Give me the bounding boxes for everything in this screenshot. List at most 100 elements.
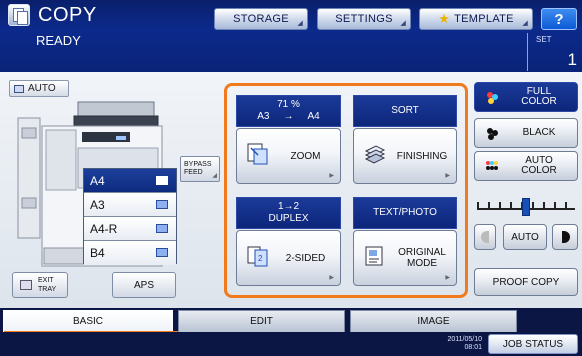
proof-copy-button[interactable]: PROOF COPY [474, 268, 578, 296]
duplex-mode: 1→2 [277, 201, 300, 212]
finishing-status: SORT [353, 95, 457, 127]
duplex-label: DUPLEX [268, 213, 309, 224]
two-sided-label: 2-SIDED [285, 252, 326, 264]
full-color-button[interactable]: FULL COLOR [474, 82, 578, 112]
zoom-status: 71 % A3 → A4 [236, 95, 341, 127]
auto-label: AUTO [28, 83, 56, 94]
finishing-icon [364, 145, 386, 164]
bypass-feed-button[interactable]: BYPASS FEED ◢ [180, 156, 220, 182]
status-message: READY [36, 33, 81, 48]
lighter-icon [481, 231, 489, 243]
finishing-button[interactable]: FINISHING ▶ [353, 128, 457, 184]
bypass-label: BYPASS [184, 161, 212, 168]
darker-button[interactable] [552, 224, 578, 250]
template-label: TEMPLATE [454, 13, 514, 25]
original-mode-button[interactable]: ORIGINAL MODE ▶ [353, 230, 457, 286]
lighter-button[interactable] [474, 224, 496, 250]
black-icon [487, 128, 498, 140]
set-label: SET [536, 35, 552, 44]
original-mode-label: ORIGINAL MODE [394, 231, 450, 285]
mode-label: MODE [406, 258, 437, 269]
submenu-arrow-icon: ▶ [445, 173, 450, 179]
tray-icon [156, 248, 168, 257]
help-button[interactable]: ? [541, 8, 577, 30]
copy-app-icon [8, 4, 30, 26]
storage-label: STORAGE [233, 13, 289, 25]
copy-screen: COPY READY STORAGE ◢ SETTINGS ◢ ★ TEMPLA… [0, 0, 582, 356]
exit-tray-button[interactable]: EXIT TRAY [12, 272, 68, 298]
submenu-arrow-icon: ▶ [445, 275, 450, 281]
original-mode-icon [365, 246, 383, 266]
paper-tray-a4r[interactable]: A4-R [84, 217, 176, 241]
submenu-arrow-icon: ◢ [212, 173, 217, 179]
color-label: COLOR [521, 96, 557, 107]
copy-count-display: SET 1 [527, 33, 582, 71]
zoom-icon [247, 143, 268, 165]
job-status-button[interactable]: JOB STATUS [488, 334, 578, 354]
zoom-to-size: A4 [307, 111, 320, 122]
original-type: TEXT/PHOTO [373, 207, 437, 218]
paper-size-label: A4 [90, 173, 105, 188]
paper-size-label: A4-R [90, 221, 118, 236]
app-title: COPY [38, 4, 97, 26]
svg-text:2: 2 [258, 254, 263, 263]
paper-size-label: A3 [90, 197, 105, 212]
storage-button[interactable]: STORAGE ◢ [214, 8, 308, 30]
date-time: 2011/05/10 08:01 [426, 336, 482, 352]
tray-label: TRAY [38, 286, 57, 293]
original-label: ORIGINAL [398, 247, 446, 258]
sort-mode: SORT [391, 105, 419, 116]
tray-icon [156, 176, 168, 185]
footer-bar: 2011/05/10 08:01 JOB STATUS [0, 332, 582, 356]
auto-density-button[interactable]: AUTO [503, 224, 547, 250]
tab-bar: BASIC EDIT IMAGE [0, 308, 582, 334]
darker-icon [562, 231, 570, 243]
color-label: COLOR [521, 165, 557, 176]
tab-image[interactable]: IMAGE [350, 310, 517, 332]
zoom-from-size: A3 [257, 111, 270, 122]
submenu-arrow-icon: ▶ [329, 173, 334, 179]
paper-size-list: A4 A3 A4-R B4 [83, 168, 177, 265]
aps-button[interactable]: APS [112, 272, 176, 298]
settings-button[interactable]: SETTINGS ◢ [317, 8, 411, 30]
star-icon: ★ [438, 11, 451, 26]
tab-label: IMAGE [417, 316, 450, 327]
full-color-icon [487, 92, 498, 104]
time-text: 08:01 [464, 344, 482, 351]
exit-label: EXIT [38, 277, 54, 284]
density-slider[interactable] [474, 195, 578, 221]
document-feeder-icon [14, 84, 24, 93]
paper-tray-a3[interactable]: A3 [84, 193, 176, 217]
black-button[interactable]: BLACK [474, 118, 578, 148]
tab-edit[interactable]: EDIT [178, 310, 345, 332]
main-panel: AUTO A4 A3 A4-R B4 BYPASS FEED ◢ EXIT TR… [0, 72, 582, 308]
arrow-right-icon: → [283, 111, 294, 122]
date-text: 2011/05/10 [447, 336, 482, 343]
submenu-arrow-icon: ◢ [522, 20, 528, 27]
paper-tray-a4[interactable]: A4 [84, 169, 176, 193]
paper-tray-b4[interactable]: B4 [84, 241, 176, 265]
exit-tray-icon [20, 280, 32, 290]
density-knob[interactable] [522, 198, 530, 216]
submenu-arrow-icon: ▶ [329, 275, 334, 281]
submenu-arrow-icon: ◢ [400, 20, 406, 27]
template-button[interactable]: ★ TEMPLATE ◢ [419, 8, 533, 30]
zoom-label: ZOOM [290, 150, 321, 162]
finishing-label: FINISHING [396, 150, 448, 162]
paper-size-label: B4 [90, 246, 105, 260]
tab-label: BASIC [72, 316, 103, 327]
auto-indicator: AUTO [9, 80, 69, 97]
set-count: 1 [567, 50, 577, 69]
tab-basic[interactable]: BASIC [3, 310, 184, 334]
two-sided-icon: 2 [247, 246, 268, 267]
header-bar: COPY READY STORAGE ◢ SETTINGS ◢ ★ TEMPLA… [0, 0, 582, 72]
black-label: BLACK [522, 127, 556, 138]
tray-icon [156, 200, 168, 209]
duplex-status: 1→2 DUPLEX [236, 197, 341, 229]
zoom-button[interactable]: ZOOM ▶ [236, 128, 341, 184]
zoom-percent: 71 % [277, 99, 300, 110]
auto-color-button[interactable]: AUTO COLOR [474, 151, 578, 181]
tab-label: EDIT [250, 316, 273, 327]
submenu-arrow-icon: ◢ [297, 20, 303, 27]
two-sided-button[interactable]: 2 2-SIDED ▶ [236, 230, 341, 286]
